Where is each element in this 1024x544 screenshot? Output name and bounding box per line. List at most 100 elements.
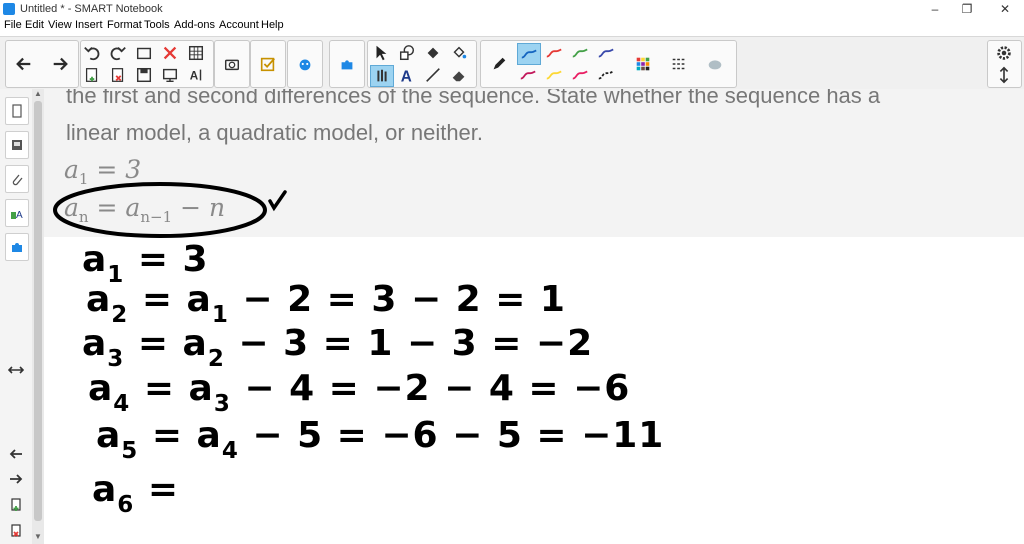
table-button[interactable] [185, 43, 207, 63]
navigation-group [5, 40, 79, 88]
delete-page-button[interactable] [107, 65, 129, 85]
pen-color-2[interactable] [543, 43, 565, 63]
camera-icon [224, 59, 240, 71]
pen-icon [493, 57, 506, 70]
menu-file[interactable]: File [4, 19, 22, 31]
pen-stroke-icon [520, 70, 536, 80]
folder-icon [136, 47, 152, 60]
document-camera-button[interactable] [216, 42, 248, 86]
open-button[interactable] [133, 43, 155, 63]
line-tool-button[interactable] [422, 65, 444, 85]
page-icon [12, 104, 22, 118]
pen-color-6[interactable] [543, 65, 565, 85]
properties-tab[interactable]: A [5, 199, 29, 227]
move-sidebar-button[interactable] [6, 361, 26, 379]
menu-account[interactable]: Account [219, 19, 259, 31]
sidebar-previous-page[interactable] [6, 445, 26, 463]
shapes-icon [399, 45, 415, 61]
pen-properties-group [480, 40, 737, 88]
screen-icon [162, 68, 178, 83]
previous-page-button[interactable] [8, 42, 40, 86]
line-icon [426, 68, 440, 82]
color-palette-button[interactable] [627, 42, 659, 86]
eraser-icon [452, 71, 465, 82]
fill-effects-button[interactable] [699, 42, 731, 86]
scroll-thumb[interactable] [34, 101, 42, 521]
fill-bucket-icon [427, 47, 439, 59]
add-ons-tab[interactable] [5, 233, 29, 261]
toolbar-position-button[interactable] [993, 65, 1015, 85]
magic-pen-button[interactable] [448, 43, 470, 63]
menu-insert[interactable]: Insert [75, 19, 103, 31]
add-ons-button[interactable] [289, 42, 321, 86]
gear-icon [997, 46, 1011, 60]
sidebar-delete-page[interactable] [6, 522, 26, 540]
check-box-icon [260, 57, 275, 72]
delete-button[interactable] [159, 43, 181, 63]
touch-tool-button[interactable] [370, 65, 394, 87]
pen-color-5[interactable] [517, 65, 539, 85]
pen-color-1[interactable] [517, 43, 541, 65]
pen-tool-button[interactable] [483, 42, 515, 86]
menu-tools[interactable]: Tools [144, 19, 170, 31]
add-page-button[interactable] [81, 65, 103, 85]
sidebar-add-page[interactable] [6, 496, 26, 514]
pen-stroke-icon [521, 49, 537, 59]
handwriting-recognition-button[interactable]: A [185, 65, 207, 85]
minimize-button[interactable]: – [918, 0, 952, 18]
table-icon [188, 45, 204, 61]
delete-page-icon [111, 68, 124, 82]
redo-button[interactable] [107, 43, 129, 63]
pen-stroke-icon [572, 48, 588, 58]
undo-button[interactable] [81, 43, 103, 63]
close-button[interactable]: ✕ [988, 0, 1022, 18]
screen-shade-button[interactable] [159, 65, 181, 85]
edit-group: A [80, 40, 214, 88]
scroll-up-arrow-icon[interactable]: ▲ [32, 89, 44, 99]
puzzle-piece-icon [12, 243, 22, 252]
scroll-down-arrow-icon[interactable]: ▼ [32, 532, 44, 544]
menu-format[interactable]: Format [107, 19, 142, 31]
menu-edit[interactable]: Edit [25, 19, 44, 31]
text-tool-button[interactable]: A [396, 65, 418, 85]
pen-color-8[interactable] [595, 65, 617, 85]
select-tool-button[interactable] [370, 43, 392, 63]
line-style-icon [672, 58, 686, 70]
pen-stroke-icon [546, 48, 562, 58]
pen-color-3[interactable] [569, 43, 591, 63]
vertical-scrollbar[interactable]: ▲ ▼ [32, 89, 44, 544]
svg-text:A: A [16, 210, 23, 220]
up-down-arrow-icon [999, 66, 1009, 84]
maximize-button[interactable]: ❐ [950, 0, 984, 18]
gallery-tab[interactable] [5, 131, 29, 159]
circled-formula-ink [53, 182, 267, 238]
sidebar-next-page[interactable] [6, 470, 26, 488]
line-style-button[interactable] [663, 42, 695, 86]
paint-bucket-icon [453, 46, 467, 59]
settings-button[interactable] [993, 43, 1015, 63]
add-ons-group [287, 40, 323, 88]
arrow-left-icon [9, 449, 22, 459]
touch-hands-icon [377, 69, 387, 82]
color-grid-icon [636, 57, 650, 71]
save-button[interactable] [133, 65, 155, 85]
fill-tool-button[interactable] [422, 43, 444, 63]
side-tab-bar: A [0, 89, 33, 544]
handwritten-line-4: a4 = a3 − 4 = −2 − 4 = −6 [88, 368, 631, 417]
shape-tool-button[interactable] [331, 42, 363, 86]
page-sorter-tab[interactable] [5, 97, 29, 125]
check-mark-ink [268, 190, 287, 212]
menu-help[interactable]: Help [261, 19, 284, 31]
shapes-tool-button[interactable] [396, 43, 418, 63]
menu-add-ons[interactable]: Add-ons [174, 19, 215, 31]
attachments-tab[interactable] [5, 165, 29, 193]
text-cursor-icon: A [190, 70, 202, 83]
lesson-activity-button[interactable] [252, 42, 284, 86]
next-page-button[interactable] [44, 42, 76, 86]
pen-color-7[interactable] [569, 65, 591, 85]
eraser-tool-button[interactable] [448, 65, 470, 85]
menu-view[interactable]: View [48, 19, 72, 31]
pen-color-4[interactable] [595, 43, 617, 63]
notebook-page-canvas[interactable]: the first and second differences of the … [44, 89, 1024, 544]
delete-x-icon [163, 46, 177, 60]
